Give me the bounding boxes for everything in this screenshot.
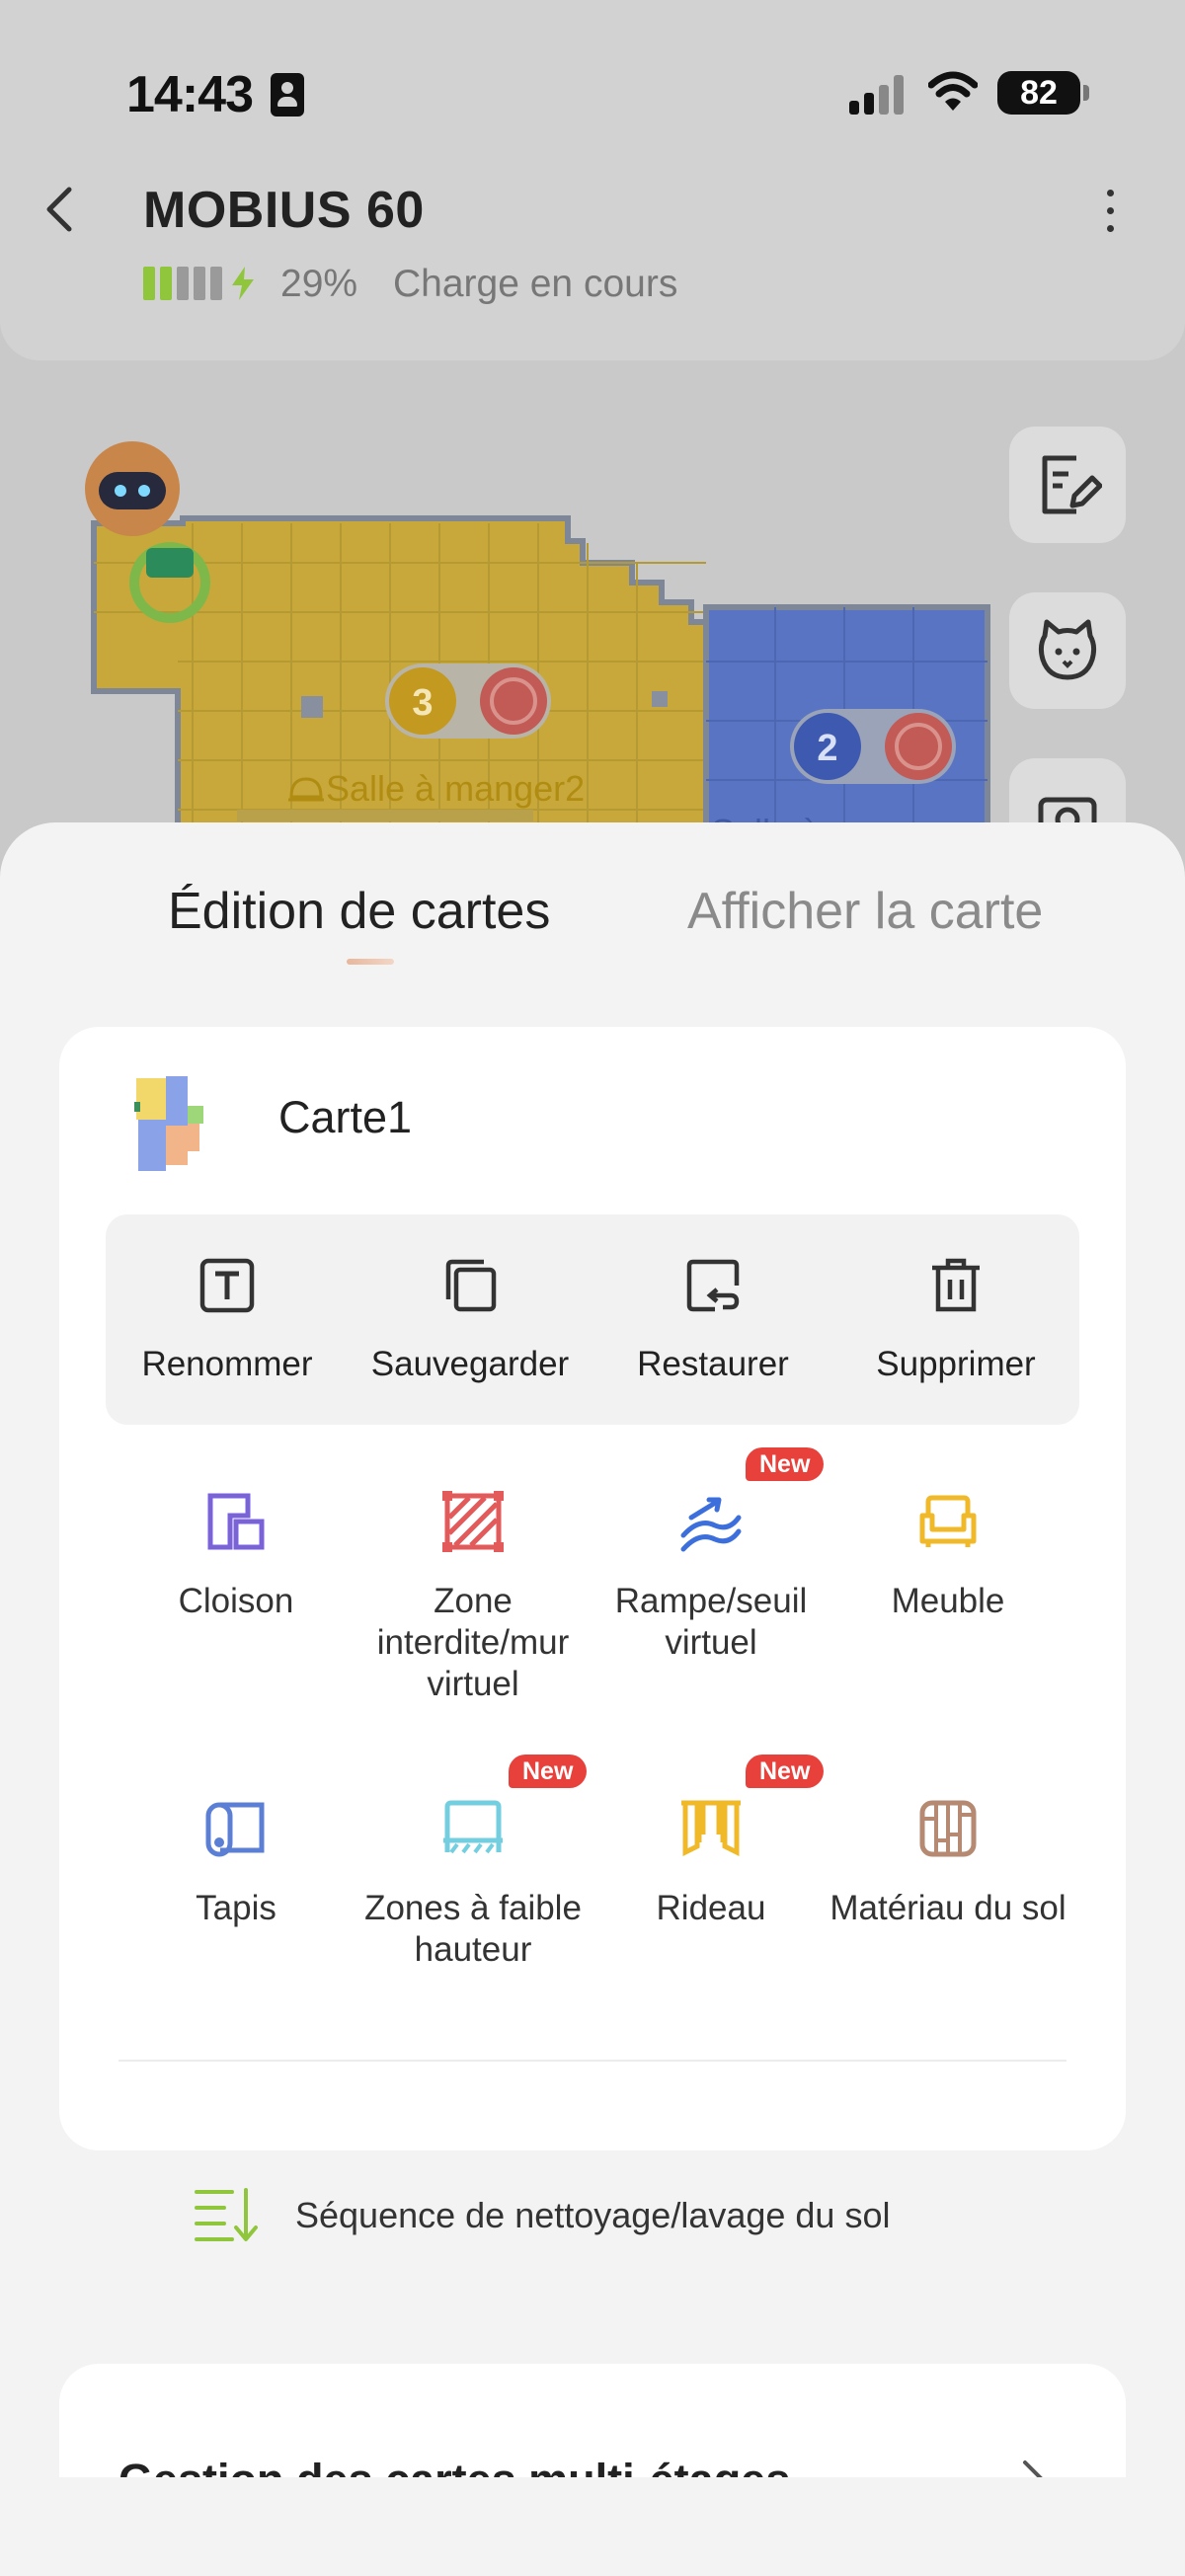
room-number-3: 3 bbox=[412, 682, 433, 724]
floor-material-icon bbox=[919, 1800, 977, 1857]
partition-label: Cloison bbox=[178, 1582, 294, 1620]
delete-label: Supprimer bbox=[876, 1345, 1036, 1383]
furniture-label: Meuble bbox=[891, 1582, 1005, 1620]
tool-curtain[interactable]: Rideau bbox=[592, 1795, 830, 1929]
room-number-2: 2 bbox=[817, 728, 837, 769]
copy-icon bbox=[445, 1259, 497, 1312]
map-thumbnail[interactable] bbox=[132, 1066, 221, 1175]
tab-bar: Édition de cartes Afficher la carte bbox=[0, 882, 1185, 971]
map-name: Carte1 bbox=[278, 1092, 413, 1142]
ramp-label: Rampe/seuil virtuel bbox=[614, 1582, 808, 1662]
low-height-label: Zones à faible hauteur bbox=[364, 1889, 582, 1969]
charge-status: Charge en cours bbox=[393, 263, 678, 305]
room-label-dining: Salle à manger2 bbox=[286, 768, 585, 810]
divider bbox=[118, 2060, 1066, 2062]
dining-bell-icon bbox=[288, 777, 324, 802]
floor-material-label: Matériau du sol bbox=[830, 1889, 1066, 1927]
tool-virtual-ramp[interactable]: Rampe/seuil virtuel bbox=[592, 1488, 830, 1664]
tool-partition[interactable]: Cloison bbox=[118, 1488, 355, 1622]
cleaning-sequence-label: Séquence de nettoyage/lavage du sol bbox=[295, 2195, 891, 2235]
battery-indicator: 82 bbox=[997, 71, 1089, 115]
cellular-signal-icon bbox=[849, 73, 907, 115]
new-badge-ramp: New bbox=[746, 1447, 825, 1481]
tool-carpet[interactable]: Tapis bbox=[118, 1795, 355, 1929]
ramp-icon bbox=[680, 1497, 742, 1552]
no-go-zone-label: Zone interdite/mur virtuel bbox=[376, 1582, 570, 1703]
rename-label: Renommer bbox=[141, 1345, 313, 1383]
restore-icon bbox=[686, 1259, 740, 1312]
partition-icon bbox=[207, 1493, 265, 1550]
sort-sequence-icon bbox=[195, 2188, 258, 2241]
rename-button[interactable]: Renommer bbox=[106, 1214, 349, 1425]
tool-furniture[interactable]: Meuble bbox=[830, 1488, 1066, 1622]
tool-low-height-zone[interactable]: Zones à faible hauteur bbox=[355, 1795, 592, 1971]
no-go-zone-icon bbox=[442, 1491, 504, 1552]
back-arrow-icon[interactable] bbox=[40, 180, 79, 239]
save-copy-button[interactable]: Sauvegarder bbox=[349, 1214, 592, 1425]
low-height-icon bbox=[443, 1800, 503, 1854]
save-label: Sauvegarder bbox=[370, 1345, 570, 1383]
furniture-icon bbox=[919, 1495, 977, 1547]
device-name: MOBIUS 60 bbox=[143, 182, 425, 239]
tool-no-go-zone[interactable]: Zone interdite/mur virtuel bbox=[355, 1488, 592, 1705]
floor-map[interactable]: 3 2 bbox=[0, 395, 1185, 889]
pet-mode-button[interactable] bbox=[1009, 592, 1126, 709]
device-header: 14:43 82 MOBIUS 60 29% Charge en cours bbox=[0, 0, 1185, 360]
status-bar: 14:43 82 bbox=[0, 59, 1185, 128]
curtain-icon bbox=[681, 1800, 741, 1857]
edit-map-button[interactable] bbox=[1009, 427, 1126, 543]
lightning-icon bbox=[232, 267, 254, 300]
restore-button[interactable]: Restaurer bbox=[592, 1214, 834, 1425]
edit-map-icon bbox=[1042, 455, 1102, 514]
map-actions-bar: Renommer Sauvegarder Restaurer Supprimer bbox=[106, 1214, 1079, 1425]
tab-map-editing[interactable]: Édition de cartes bbox=[168, 882, 550, 941]
status-time: 14:43 bbox=[126, 66, 254, 123]
cat-icon bbox=[1038, 619, 1097, 680]
top-area: 14:43 82 MOBIUS 60 29% Charge en cours 3… bbox=[0, 0, 1185, 889]
more-options-icon[interactable] bbox=[1096, 186, 1126, 237]
trash-icon bbox=[932, 1258, 980, 1312]
active-tab-indicator bbox=[347, 959, 394, 965]
map-edit-sheet: Édition de cartes Afficher la carte Cart… bbox=[0, 822, 1185, 2576]
charge-percent: 29% bbox=[280, 263, 358, 305]
new-badge-low-height: New bbox=[509, 1755, 588, 1788]
new-badge-curtain: New bbox=[746, 1755, 825, 1788]
battery-level-icon bbox=[143, 267, 262, 300]
cleaning-sequence-row[interactable]: Séquence de nettoyage/lavage du sol bbox=[59, 2167, 1126, 2266]
delete-button[interactable]: Supprimer bbox=[834, 1214, 1077, 1425]
curtain-label: Rideau bbox=[656, 1889, 766, 1927]
carpet-label: Tapis bbox=[196, 1889, 276, 1927]
contact-card-icon bbox=[271, 73, 304, 117]
rename-icon bbox=[199, 1258, 255, 1313]
restore-label: Restaurer bbox=[637, 1345, 789, 1383]
wifi-icon bbox=[928, 71, 978, 111]
tab-view-map[interactable]: Afficher la carte bbox=[687, 882, 1043, 941]
bottom-safe-area bbox=[0, 2477, 1185, 2576]
map-edit-card: Carte1 Renommer Sauvegarder Restaurer Su… bbox=[59, 1027, 1126, 2241]
carpet-icon bbox=[205, 1802, 265, 1857]
tool-floor-material[interactable]: Matériau du sol bbox=[830, 1795, 1066, 1929]
